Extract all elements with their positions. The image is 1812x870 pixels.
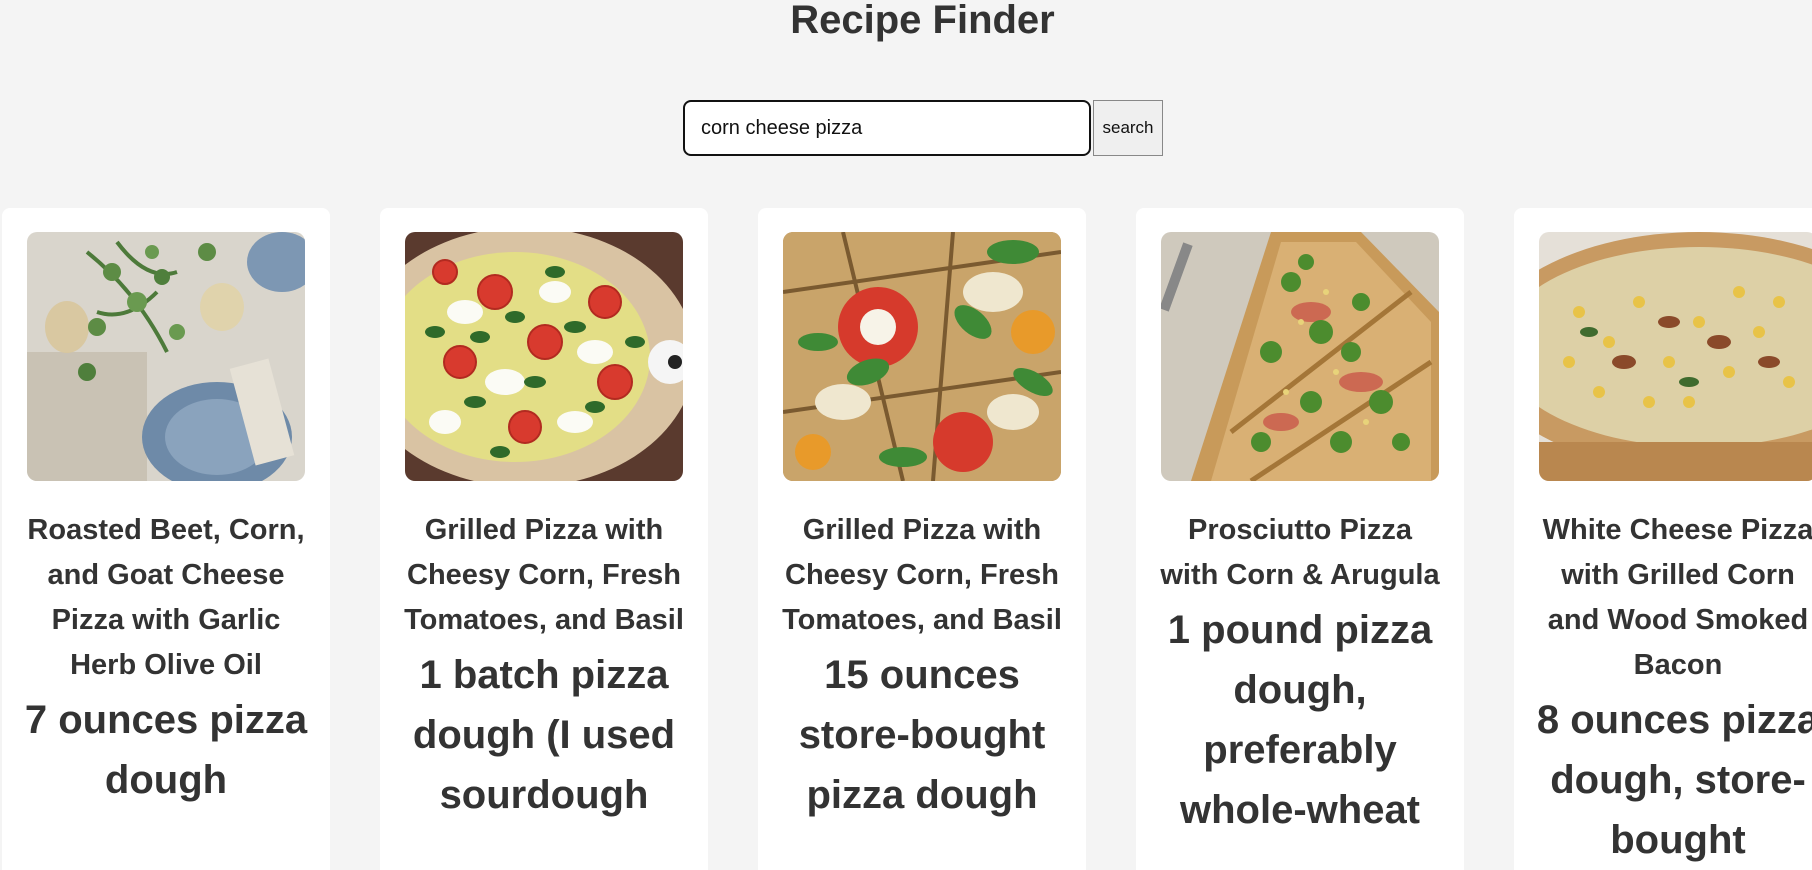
- recipe-title: Roasted Beet, Corn, and Goat Cheese Pizz…: [22, 508, 310, 810]
- recipe-card[interactable]: Grilled Pizza with Cheesy Corn, Fresh To…: [380, 208, 708, 870]
- recipe-ingredient: 8 ounces pizza dough, store-bought: [1536, 698, 1812, 862]
- recipe-title: White Cheese Pizza with Grilled Corn and…: [1534, 508, 1812, 870]
- recipe-title-text: Grilled Pizza with Cheesy Corn, Fresh To…: [782, 514, 1062, 636]
- recipe-card[interactable]: Prosciutto Pizza with Corn & Arugula 1 p…: [1136, 208, 1464, 870]
- recipe-ingredient: 1 pound pizza dough, preferably whole-wh…: [1167, 608, 1433, 832]
- recipe-title-text: Prosciutto Pizza with Corn & Arugula: [1160, 514, 1440, 591]
- recipe-title-text: Grilled Pizza with Cheesy Corn, Fresh To…: [404, 514, 684, 636]
- recipe-card[interactable]: Roasted Beet, Corn, and Goat Cheese Pizz…: [2, 208, 330, 870]
- search-button[interactable]: search: [1093, 100, 1163, 156]
- page-title: Recipe Finder: [790, 0, 1055, 42]
- recipe-title: Prosciutto Pizza with Corn & Arugula 1 p…: [1156, 508, 1444, 840]
- recipe-image[interactable]: [783, 232, 1061, 481]
- search-bar: search: [683, 100, 1163, 156]
- recipe-card[interactable]: White Cheese Pizza with Grilled Corn and…: [1514, 208, 1812, 870]
- recipe-ingredient: 15 ounces store-bought pizza dough: [798, 653, 1046, 817]
- recipe-image[interactable]: [27, 232, 305, 481]
- recipe-title-text: Roasted Beet, Corn, and Goat Cheese Pizz…: [27, 514, 305, 681]
- recipe-finder-page: Recipe Finder search: [0, 0, 1812, 870]
- search-input[interactable]: [683, 100, 1091, 156]
- recipe-image[interactable]: [1539, 232, 1812, 481]
- recipe-ingredient: 7 ounces pizza dough: [24, 698, 308, 802]
- recipe-image[interactable]: [1161, 232, 1439, 481]
- recipe-title: Grilled Pizza with Cheesy Corn, Fresh To…: [778, 508, 1066, 825]
- recipe-title: Grilled Pizza with Cheesy Corn, Fresh To…: [400, 508, 688, 825]
- recipe-title-text: White Cheese Pizza with Grilled Corn and…: [1542, 514, 1812, 681]
- recipe-ingredient: 1 batch pizza dough (I used sourdough: [412, 653, 676, 817]
- recipe-list: Roasted Beet, Corn, and Goat Cheese Pizz…: [0, 208, 1812, 870]
- recipe-image[interactable]: [405, 232, 683, 481]
- recipe-card[interactable]: Grilled Pizza with Cheesy Corn, Fresh To…: [758, 208, 1086, 870]
